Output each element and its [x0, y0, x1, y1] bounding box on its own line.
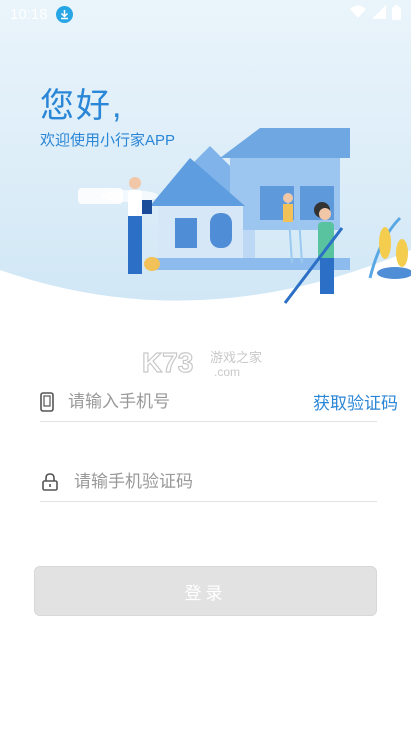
welcome-subtitle: 欢迎使用小行家APP	[40, 132, 176, 149]
verification-code-input[interactable]	[74, 471, 377, 492]
download-icon	[55, 5, 73, 23]
watermark-domain: .com	[214, 365, 240, 379]
greeting-title: 您好,	[40, 87, 124, 125]
watermark-site-name: 游戏之家	[210, 350, 262, 366]
status-bar: 10:18	[0, 0, 411, 28]
status-indicators	[350, 4, 401, 24]
status-time: 10:18	[10, 5, 48, 23]
login-button[interactable]: 登录	[34, 566, 377, 616]
watermark-logo-text: K73	[142, 347, 193, 378]
hero-banner	[0, 0, 411, 320]
k73-watermark-logo: K73 游戏之家 .com	[141, 346, 262, 379]
verification-code-field	[40, 462, 377, 502]
phone-input[interactable]	[68, 391, 289, 412]
wifi-icon	[350, 5, 366, 23]
get-code-button[interactable]: 获取验证码	[313, 389, 398, 414]
lock-icon	[40, 471, 60, 493]
signal-icon	[372, 5, 386, 23]
phone-icon	[40, 391, 54, 413]
phone-field: 获取验证码	[40, 382, 398, 422]
battery-icon	[392, 4, 401, 24]
